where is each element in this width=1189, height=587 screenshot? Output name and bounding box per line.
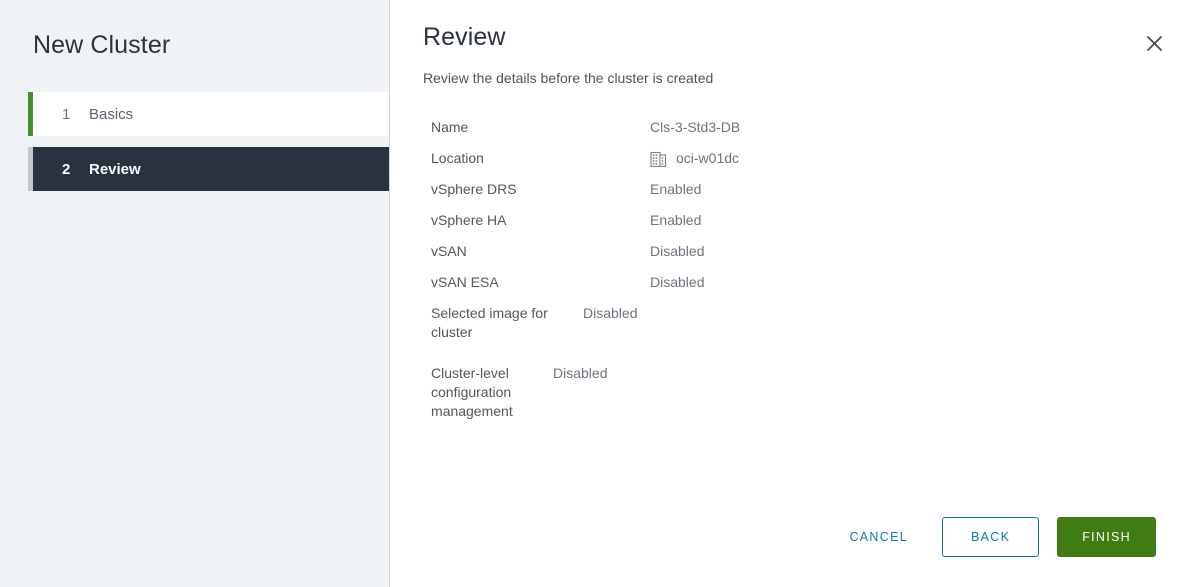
location-name: oci-w01dc [676,150,740,166]
detail-row: vSphere DRS Enabled [423,174,1155,205]
detail-value: Disabled [650,274,705,290]
step-number: 2 [62,160,71,178]
back-button[interactable]: BACK [941,517,1040,557]
step-divider [0,136,389,147]
detail-row: vSphere HA Enabled [423,205,1155,236]
detail-label: vSphere HA [431,212,507,228]
detail-value-location: oci-w01dc [650,149,739,168]
wizard-title: New Cluster [33,31,171,59]
detail-label: vSAN ESA [431,274,499,290]
datacenter-icon [650,151,667,168]
cancel-button[interactable]: CANCEL [837,520,920,554]
review-details-list: Name Cls-3-Std3-DB Location oci-w01dc vS… [423,112,1155,427]
detail-label: Location [431,150,484,166]
page-title: Review [423,23,506,51]
finish-button[interactable]: FINISH [1057,517,1156,557]
wizard-footer: CANCEL BACK FINISH [837,517,1156,557]
wizard-steps: 1 Basics 2 Review [0,92,389,191]
page-subtitle: Review the details before the cluster is… [423,70,714,86]
close-icon [1146,35,1162,51]
detail-row: Location oci-w01dc [423,143,1155,174]
sidebar-step-review[interactable]: 2 Review [28,147,389,191]
wizard-main-panel: Review Review the details before the clu… [390,0,1189,587]
detail-row: Name Cls-3-Std3-DB [423,112,1155,143]
detail-label: vSAN [431,243,467,259]
step-label: Review [89,160,141,178]
detail-label: vSphere DRS [431,181,517,197]
close-button[interactable] [1141,30,1167,56]
sidebar-step-basics[interactable]: 1 Basics [28,92,389,136]
detail-value: Disabled [553,365,608,381]
step-number: 1 [62,105,71,123]
detail-row: Cluster-level configuration management D… [423,358,1155,427]
detail-row: vSAN Disabled [423,236,1155,267]
detail-row: vSAN ESA Disabled [423,267,1155,298]
detail-value: Enabled [650,181,702,197]
detail-value: Cls-3-Std3-DB [650,119,741,135]
wizard-sidebar: New Cluster 1 Basics 2 Review [0,0,390,587]
detail-label: Selected image for cluster [431,305,548,340]
detail-value: Disabled [583,305,638,321]
new-cluster-wizard: New Cluster 1 Basics 2 Review Review Rev… [0,0,1189,587]
detail-label: Name [431,119,469,135]
step-label: Basics [89,105,134,123]
detail-value: Enabled [650,212,702,228]
detail-label: Cluster-level configuration management [431,365,513,419]
detail-value: Disabled [650,243,705,259]
detail-row: Selected image for cluster Disabled [423,298,1155,348]
